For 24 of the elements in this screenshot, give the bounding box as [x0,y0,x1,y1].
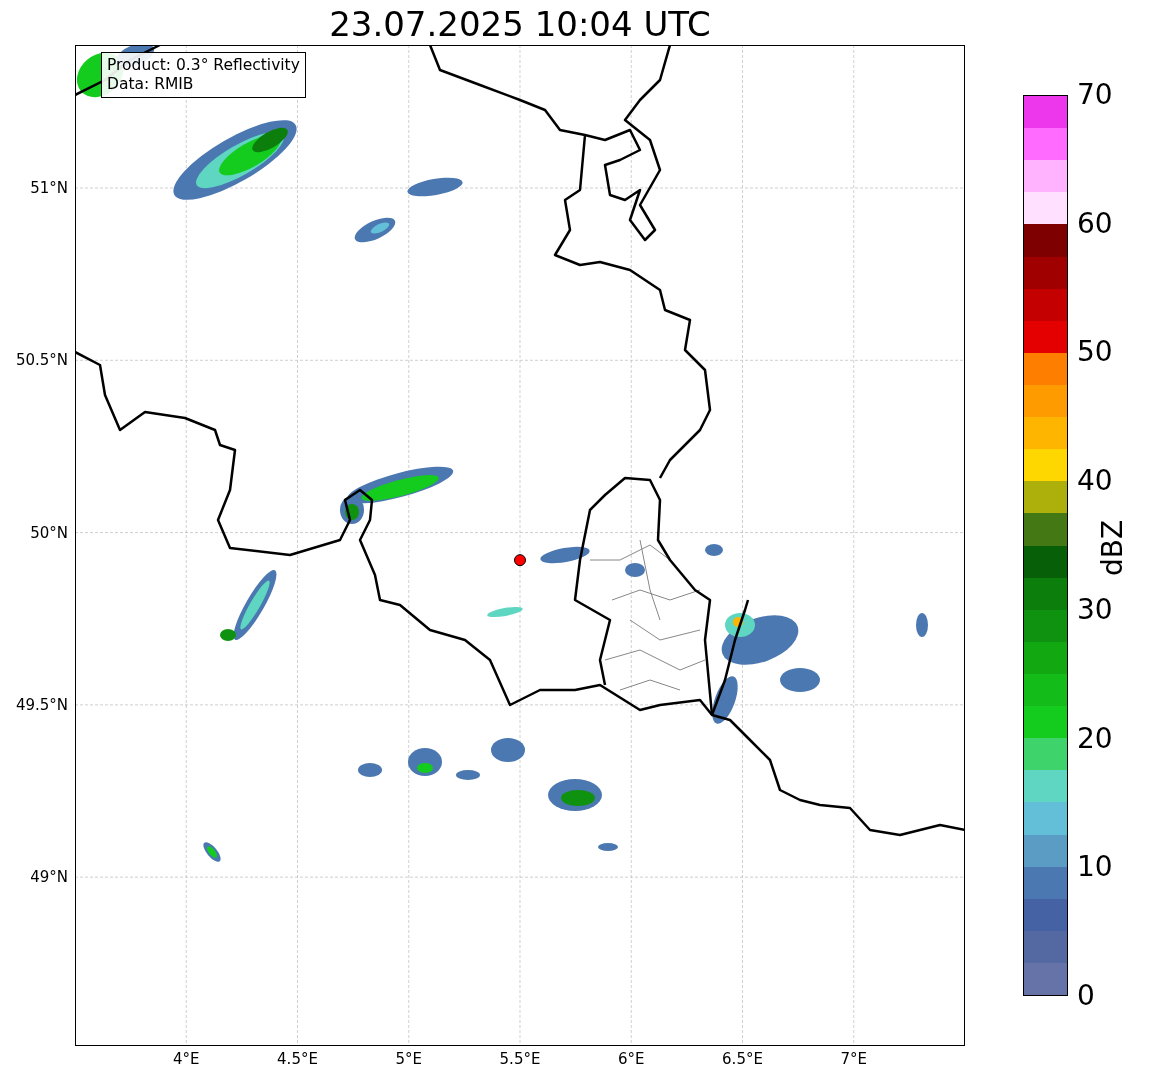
longitude-tick-label: 4°E [173,1050,200,1068]
latitude-tick-label: 50°N [30,523,68,542]
longitude-tick-label: 5.5°E [499,1050,541,1068]
longitude-tick-label: 6°E [618,1050,645,1068]
color-scale-tick-label: 70 [1077,80,1113,110]
longitude-tick-label: 6.5°E [722,1050,763,1068]
latitude-tick-label: 49°N [30,868,68,887]
longitude-tick-label: 5°E [395,1050,422,1068]
color-scale-tick-label: 50 [1077,337,1113,368]
color-scale-tick-label: 40 [1077,466,1113,497]
color-scale-tick-label: 30 [1077,594,1113,625]
longitude-tick-label: 7°E [840,1050,867,1068]
longitude-tick-label: 4.5°E [277,1050,318,1068]
latitude-tick-label: 50.5°N [15,351,68,370]
data-source-label: Data: RMIB [107,75,195,94]
color-scale-tick-label: 10 [1077,852,1113,883]
latitude-tick-label: 51°N [30,179,68,197]
color-scale-unit: dBZ [1095,519,1129,577]
color-scale-tick-label: 60 [1077,208,1113,239]
color-scale-tick-label: 20 [1077,723,1113,754]
color-scale-tick-label: 0 [1077,981,1095,1011]
product-label: Product: 0.3° Reflectivity [107,56,300,75]
latitude-tick-label: 49.5°N [15,695,68,714]
map-title: 23.07.2025 10:04 UTC [328,4,712,44]
